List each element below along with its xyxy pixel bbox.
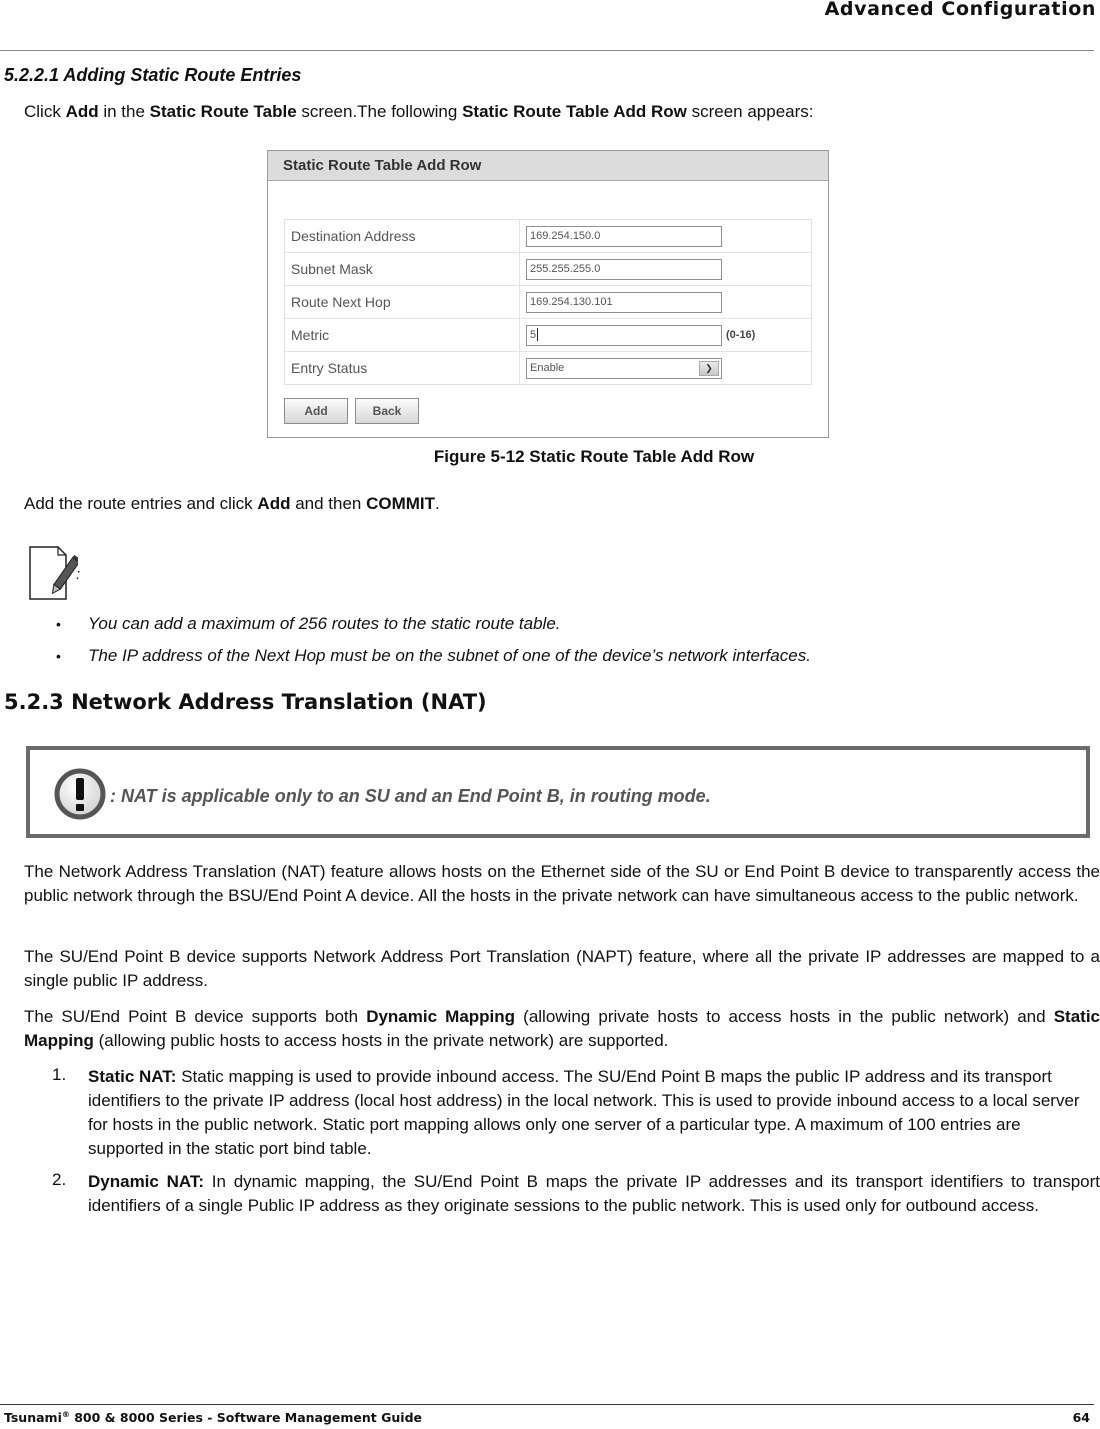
text: screen.The following — [296, 102, 463, 121]
bullet-icon: • — [56, 616, 61, 632]
text: (allowing public hosts to access hosts i… — [93, 1031, 669, 1050]
field-label: Route Next Hop — [284, 285, 520, 319]
form-row-entry-status: Entry Status Enable ❯ — [284, 351, 812, 385]
page-number: 64 — [1072, 1410, 1090, 1425]
figure-caption: Figure 5-12 Static Route Table Add Row — [433, 447, 755, 466]
form-row-next-hop: Route Next Hop 169.254.130.101 — [284, 285, 812, 319]
text: . — [435, 494, 440, 513]
field-cell: Enable ❯ — [519, 351, 812, 385]
bullet-text: The IP address of the Next Hop must be o… — [88, 646, 811, 665]
figure-panel-title: Static Route Table Add Row — [268, 151, 828, 181]
field-cell: 169.254.130.101 — [519, 285, 812, 319]
bold-text: Dynamic NAT: — [88, 1172, 205, 1191]
text: Tsunami — [4, 1410, 62, 1426]
route-form-table: Destination Address 169.254.150.0 Subnet… — [284, 219, 812, 385]
note-pencil-icon — [28, 545, 82, 606]
metric-input[interactable]: 5 — [526, 324, 722, 346]
warning-box: : NAT is applicable only to an SU and an… — [26, 746, 1090, 838]
header-divider — [0, 50, 1094, 51]
field-label: Entry Status — [284, 351, 520, 385]
select-value: Enable — [530, 361, 565, 374]
list-item: • The IP address of the Next Hop must be … — [56, 640, 811, 672]
bold-text: Static Route Table Add Row — [462, 102, 687, 121]
section-heading-523: 5.2.3 Network Address Translation (NAT) — [4, 690, 487, 714]
bold-text: Dynamic Mapping — [366, 1007, 516, 1026]
section-heading-5221: 5.2.2.1 Adding Static Route Entries — [4, 65, 302, 85]
metric-range-hint: (0-16) — [726, 329, 756, 341]
text: Static mapping is used to provide inboun… — [88, 1067, 1080, 1158]
footer-divider — [0, 1404, 1094, 1405]
field-label: Subnet Mask — [284, 252, 520, 286]
bullet-text: You can add a maximum of 256 routes to t… — [88, 614, 561, 633]
field-cell: 255.255.255.0 — [519, 252, 812, 286]
field-label: Destination Address — [284, 219, 520, 253]
text: In dynamic mapping, the SU/End Point B m… — [88, 1172, 1100, 1215]
exclamation-icon — [54, 768, 106, 825]
list-item: • You can add a maximum of 256 routes to … — [56, 608, 811, 640]
static-route-add-row-figure: Static Route Table Add Row Destination A… — [267, 150, 829, 438]
text: The SU/End Point B device supports both — [24, 1007, 367, 1026]
mapping-paragraph: The SU/End Point B device supports both … — [24, 1005, 1100, 1053]
form-row-subnet: Subnet Mask 255.255.255.0 — [284, 252, 812, 286]
registered-mark: ® — [61, 1410, 70, 1419]
form-row-metric: Metric 5 (0-16) — [284, 318, 812, 352]
field-cell: 5 (0-16) — [519, 318, 812, 352]
nat-description-paragraph: The Network Address Translation (NAT) fe… — [24, 862, 1100, 905]
text: Add the route entries and click — [24, 494, 258, 513]
text: in the — [98, 102, 150, 121]
bold-text: COMMIT — [366, 494, 436, 513]
list-number: 1. — [52, 1065, 67, 1084]
intro-paragraph: Click Add in the Static Route Table scre… — [24, 100, 814, 124]
napt-paragraph: The SU/End Point B device supports Netwo… — [24, 947, 1100, 990]
text-cursor — [537, 328, 539, 342]
note-bullet-list: • You can add a maximum of 256 routes to … — [56, 608, 811, 672]
text: and then — [290, 494, 367, 513]
route-next-hop-input[interactable]: 169.254.130.101 — [526, 291, 722, 313]
entry-status-select[interactable]: Enable ❯ — [526, 357, 722, 379]
text: Click — [24, 102, 66, 121]
text: (allowing private hosts to access hosts … — [515, 1007, 1054, 1026]
instruction-paragraph: Add the route entries and click Add and … — [24, 492, 440, 516]
bold-text: Static NAT: — [88, 1067, 177, 1086]
subnet-mask-input[interactable]: 255.255.255.0 — [526, 258, 722, 280]
field-label: Metric — [284, 318, 520, 352]
list-item-static-nat: Static NAT: Static mapping is used to pr… — [88, 1065, 1096, 1161]
bold-text: Add — [65, 102, 99, 121]
note-colon: : — [76, 566, 81, 583]
list-item-dynamic-nat: Dynamic NAT: In dynamic mapping, the SU/… — [88, 1170, 1100, 1218]
field-cell: 169.254.150.0 — [519, 219, 812, 253]
text: screen appears: — [686, 102, 814, 121]
text: 800 & 8000 Series - Software Management … — [69, 1410, 423, 1426]
chevron-down-icon[interactable]: ❯ — [699, 360, 719, 376]
list-number: 2. — [52, 1170, 67, 1189]
back-button[interactable]: Back — [355, 398, 419, 424]
bold-text: Add — [257, 494, 291, 513]
chapter-title: Advanced Configuration — [824, 0, 1096, 20]
bold-text: Static Route Table — [149, 102, 297, 121]
destination-address-input[interactable]: 169.254.150.0 — [526, 225, 722, 247]
add-button[interactable]: Add — [284, 398, 348, 424]
warning-text: : NAT is applicable only to an SU and an… — [110, 786, 711, 806]
metric-value: 5 — [530, 328, 537, 341]
footer-guide-title: Tsunami® 800 & 8000 Series - Software Ma… — [4, 1410, 422, 1425]
form-row-destination: Destination Address 169.254.150.0 — [284, 219, 812, 253]
bullet-icon: • — [56, 648, 61, 664]
